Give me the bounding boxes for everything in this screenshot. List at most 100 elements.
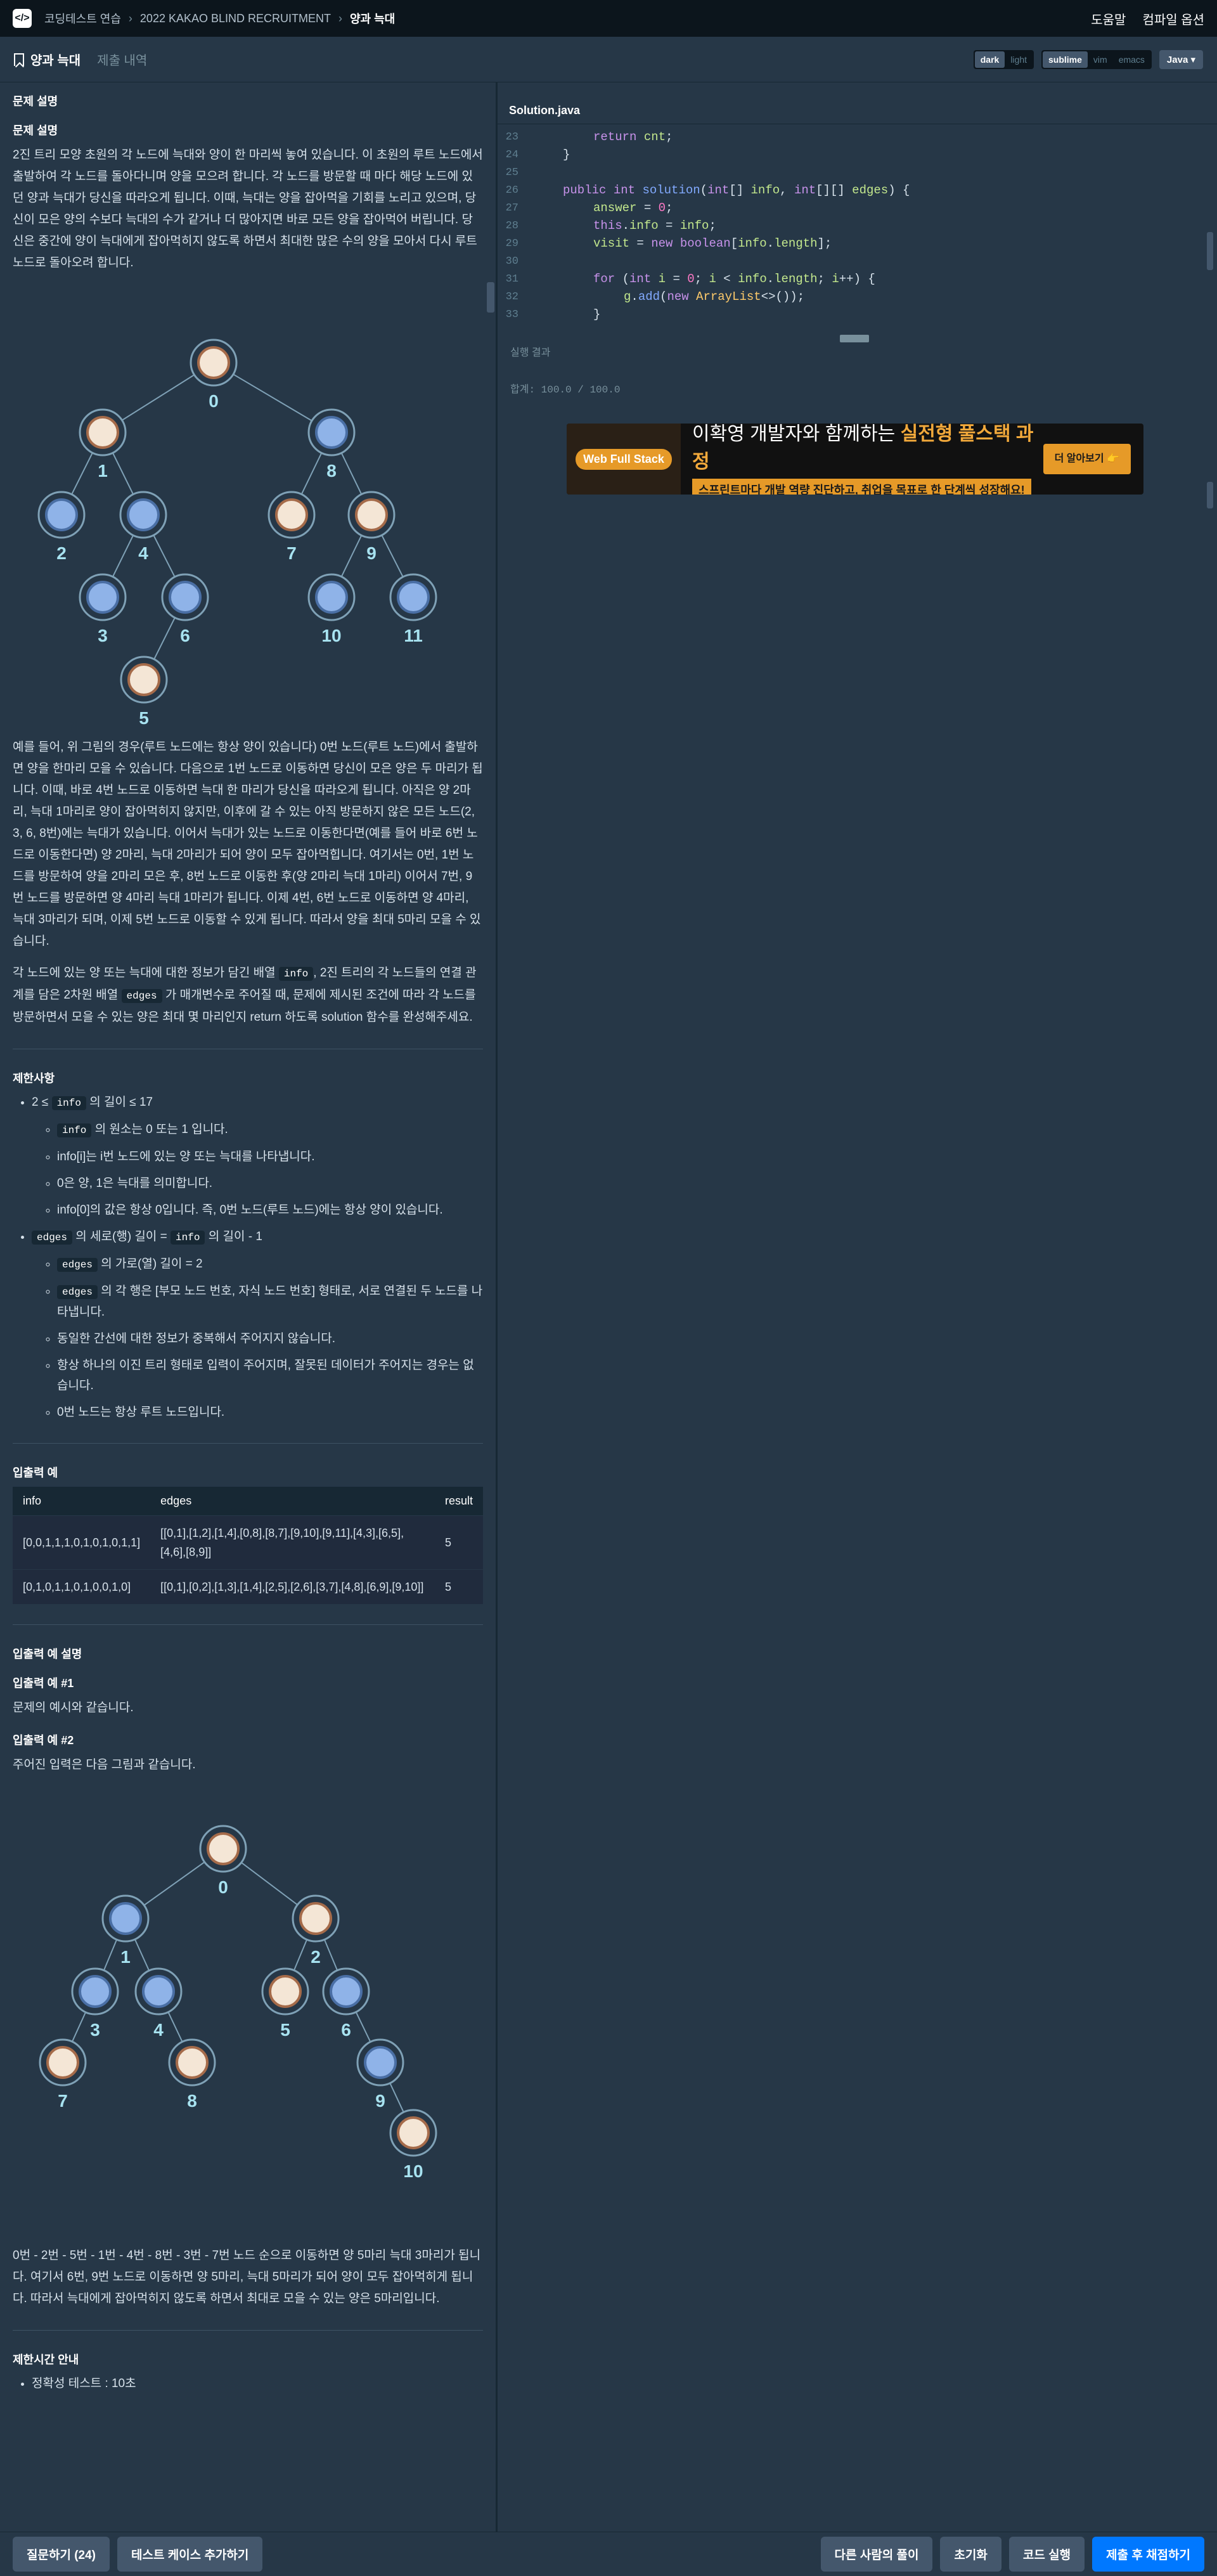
- node-label: 2: [56, 543, 67, 563]
- node-label: 1: [98, 461, 108, 481]
- wolf-face-icon: [315, 416, 348, 449]
- problem-paragraph-2: 예를 들어, 위 그림의 경우(루트 노드에는 항상 양이 있습니다) 0번 노…: [13, 741, 483, 948]
- node-label: 7: [287, 543, 297, 563]
- other-solutions-button[interactable]: 다른 사람의 풀이: [820, 2537, 933, 2572]
- list-item: info[i]는 i번 노드에 있는 양 또는 늑대를 나타냅니다.: [57, 1147, 483, 1167]
- divider: [13, 2330, 483, 2331]
- sheep-face-icon: [46, 2046, 79, 2079]
- example-1-title: 입출력 예 #1: [13, 1677, 74, 1690]
- node-label: 9: [366, 543, 377, 563]
- theme-dark-option[interactable]: dark: [974, 51, 1005, 68]
- node-label: 3: [98, 626, 108, 645]
- color-theme-toggle: dark light: [973, 49, 1034, 69]
- breadcrumb-coding-test[interactable]: 코딩테스트 연습: [44, 10, 121, 27]
- io-title: 입출력 예: [13, 1466, 58, 1479]
- keymap-toggle: sublime vim emacs: [1041, 49, 1152, 69]
- result-label: 실행 결과: [510, 347, 551, 358]
- node-label: 0: [218, 1877, 228, 1897]
- node-label: 11: [404, 626, 423, 645]
- file-tab[interactable]: Solution.java: [498, 82, 1217, 124]
- run-code-button[interactable]: 코드 실행: [1008, 2537, 1085, 2572]
- submit-button[interactable]: 제출 후 채점하기: [1092, 2537, 1204, 2572]
- top-navigation-bar: </> 코딩테스트 연습 › 2022 KAKAO BLIND RECRUITM…: [0, 0, 1217, 37]
- node-label: 3: [90, 2020, 100, 2040]
- node-label: 5: [139, 708, 149, 728]
- wolf-face-icon: [364, 2046, 397, 2079]
- tree2-nodes: 0 1 2 3 4 5 6 7 8 9 10: [39, 1825, 437, 2181]
- list-item: edges 의 각 행은 [부모 노드 번호, 자식 노드 번호] 형태로, 서…: [57, 1281, 483, 1323]
- wolf-face-icon: [127, 498, 160, 531]
- breadcrumb: 코딩테스트 연습 › 2022 KAKAO BLIND RECRUITMENT …: [44, 10, 395, 27]
- sheep-face-icon: [197, 346, 230, 379]
- bottom-action-bar: 질문하기 (24) 테스트 케이스 추가하기 다른 사람의 풀이 초기화 코드 …: [0, 2532, 1217, 2576]
- sheep-face-icon: [269, 1975, 302, 2008]
- limits-title: 제한사항: [13, 1072, 55, 1085]
- editor-scrollbar[interactable]: [1207, 232, 1213, 270]
- reset-button[interactable]: 초기화: [940, 2537, 1001, 2572]
- tab-bar: 양과 늑대 제출 내역 dark light sublime vim emacs…: [0, 37, 1217, 82]
- wolf-face-icon: [86, 581, 119, 614]
- sheep-face-icon: [176, 2046, 209, 2079]
- node-label: 8: [326, 461, 337, 481]
- help-link[interactable]: 도움말: [1091, 10, 1126, 28]
- node-label: 5: [280, 2020, 290, 2040]
- tree-diagram-example-1: 0 1 8 2 4 7 9 3 6 10 11 5: [37, 339, 437, 728]
- example-1-text: 문제의 예시와 같습니다.: [13, 1701, 134, 1714]
- wolf-face-icon: [79, 1975, 112, 2008]
- time-limit-title: 제한시간 안내: [13, 2353, 79, 2366]
- editor-panel: Solution.java 23 return cnt; 24} 25 26 pub…: [496, 82, 1217, 2532]
- list-item: 정확성 테스트 : 10초: [32, 2374, 483, 2394]
- example-2-title: 입출력 예 #2: [13, 1734, 74, 1747]
- node-label: 9: [375, 2091, 385, 2111]
- result-score: 합계: 100.0 / 100.0: [510, 384, 621, 396]
- sheep-face-icon: [397, 2116, 430, 2149]
- breadcrumb-contest[interactable]: 2022 KAKAO BLIND RECRUITMENT: [140, 12, 331, 25]
- problem-section-title: 문제 설명: [13, 95, 58, 108]
- limits-list: 2 ≤ info 의 길이 ≤ 17 info 의 원소는 0 또는 1 입니다…: [32, 1092, 483, 1423]
- node-label: 2: [311, 1947, 321, 1967]
- code-editor[interactable]: 23 return cnt; 24} 25 26 public int soluti…: [498, 124, 1217, 340]
- sheep-face-icon: [355, 498, 388, 531]
- list-item: edges 의 가로(열) 길이 = 2: [57, 1254, 483, 1275]
- add-testcase-button[interactable]: 테스트 케이스 추가하기: [117, 2537, 263, 2572]
- list-item: 항상 하나의 이진 트리 형태로 입력이 주어지며, 잘못된 데이터가 주어지는…: [57, 1356, 483, 1396]
- tab-submissions-label: 제출 내역: [97, 54, 148, 68]
- example-2-text: 주어진 입력은 다음 그림과 같습니다.: [13, 1758, 196, 1771]
- io-header-edges: edges: [150, 1487, 435, 1516]
- problem-scrollbar[interactable]: [487, 282, 494, 313]
- example-2-result: 0번 - 2번 - 5번 - 1번 - 4번 - 8번 - 3번 - 7번 노드…: [13, 2249, 481, 2305]
- result-scrollbar[interactable]: [1207, 482, 1213, 508]
- node-label: 1: [120, 1947, 131, 1967]
- time-limit-list: 정확성 테스트 : 10초: [32, 2374, 483, 2394]
- wolf-face-icon: [45, 498, 78, 531]
- node-label: 4: [153, 2020, 164, 2040]
- list-item: info[0]의 값은 항상 0입니다. 즉, 0번 노드(루트 노드)에는 항…: [57, 1200, 483, 1220]
- node-label: 4: [138, 543, 148, 563]
- language-select[interactable]: Java ▾: [1159, 49, 1203, 69]
- list-item: 0은 양, 1은 늑대를 의미합니다.: [57, 1174, 483, 1194]
- programmers-logo-icon[interactable]: </>: [13, 9, 32, 28]
- keymap-sublime-option[interactable]: sublime: [1043, 51, 1088, 68]
- panel-resize-handle[interactable]: [840, 335, 869, 342]
- wolf-face-icon: [109, 1902, 142, 1935]
- problem-subtitle: 문제 설명: [13, 124, 58, 137]
- compiler-options-link[interactable]: 컴파일 옵션: [1142, 10, 1204, 28]
- divider: [13, 1624, 483, 1625]
- tab-submissions[interactable]: 제출 내역: [97, 50, 147, 68]
- ad-logo: Web Full Stack: [567, 424, 681, 495]
- sheep-face-icon: [127, 663, 160, 696]
- ad-banner[interactable]: Web Full Stack 이확영 개발자와 함께하는 실전형 풀스택 과정 …: [567, 424, 1143, 495]
- node-label: 8: [187, 2091, 197, 2111]
- list-item: 2 ≤ info 의 길이 ≤ 17 info 의 원소는 0 또는 1 입니다…: [32, 1092, 483, 1220]
- tab-problem[interactable]: 양과 늑대: [14, 50, 80, 68]
- list-item: 동일한 간선에 대한 정보가 중복해서 주어지지 않습니다.: [57, 1329, 483, 1349]
- keymap-vim-option[interactable]: vim: [1088, 51, 1113, 68]
- problem-panel[interactable]: 문제 설명 문제 설명 2진 트리 모양 초원의 각 노드에 늑대와 양이 한 …: [0, 82, 496, 2532]
- sheep-face-icon: [207, 1832, 240, 1865]
- theme-light-option[interactable]: light: [1005, 51, 1033, 68]
- keymap-emacs-option[interactable]: emacs: [1113, 51, 1150, 68]
- ad-subtext: 스프린트마다 개발 역량 진단하고, 취업을 목표로 한 단계씩 성장해요!: [692, 479, 1031, 495]
- ask-question-button[interactable]: 질문하기 (24): [13, 2537, 110, 2572]
- ad-more-button[interactable]: 더 알아보기 👉: [1043, 444, 1131, 474]
- table-row: [0,0,1,1,1,0,1,0,1,0,1,1] [[0,1],[1,2],[…: [13, 1515, 483, 1570]
